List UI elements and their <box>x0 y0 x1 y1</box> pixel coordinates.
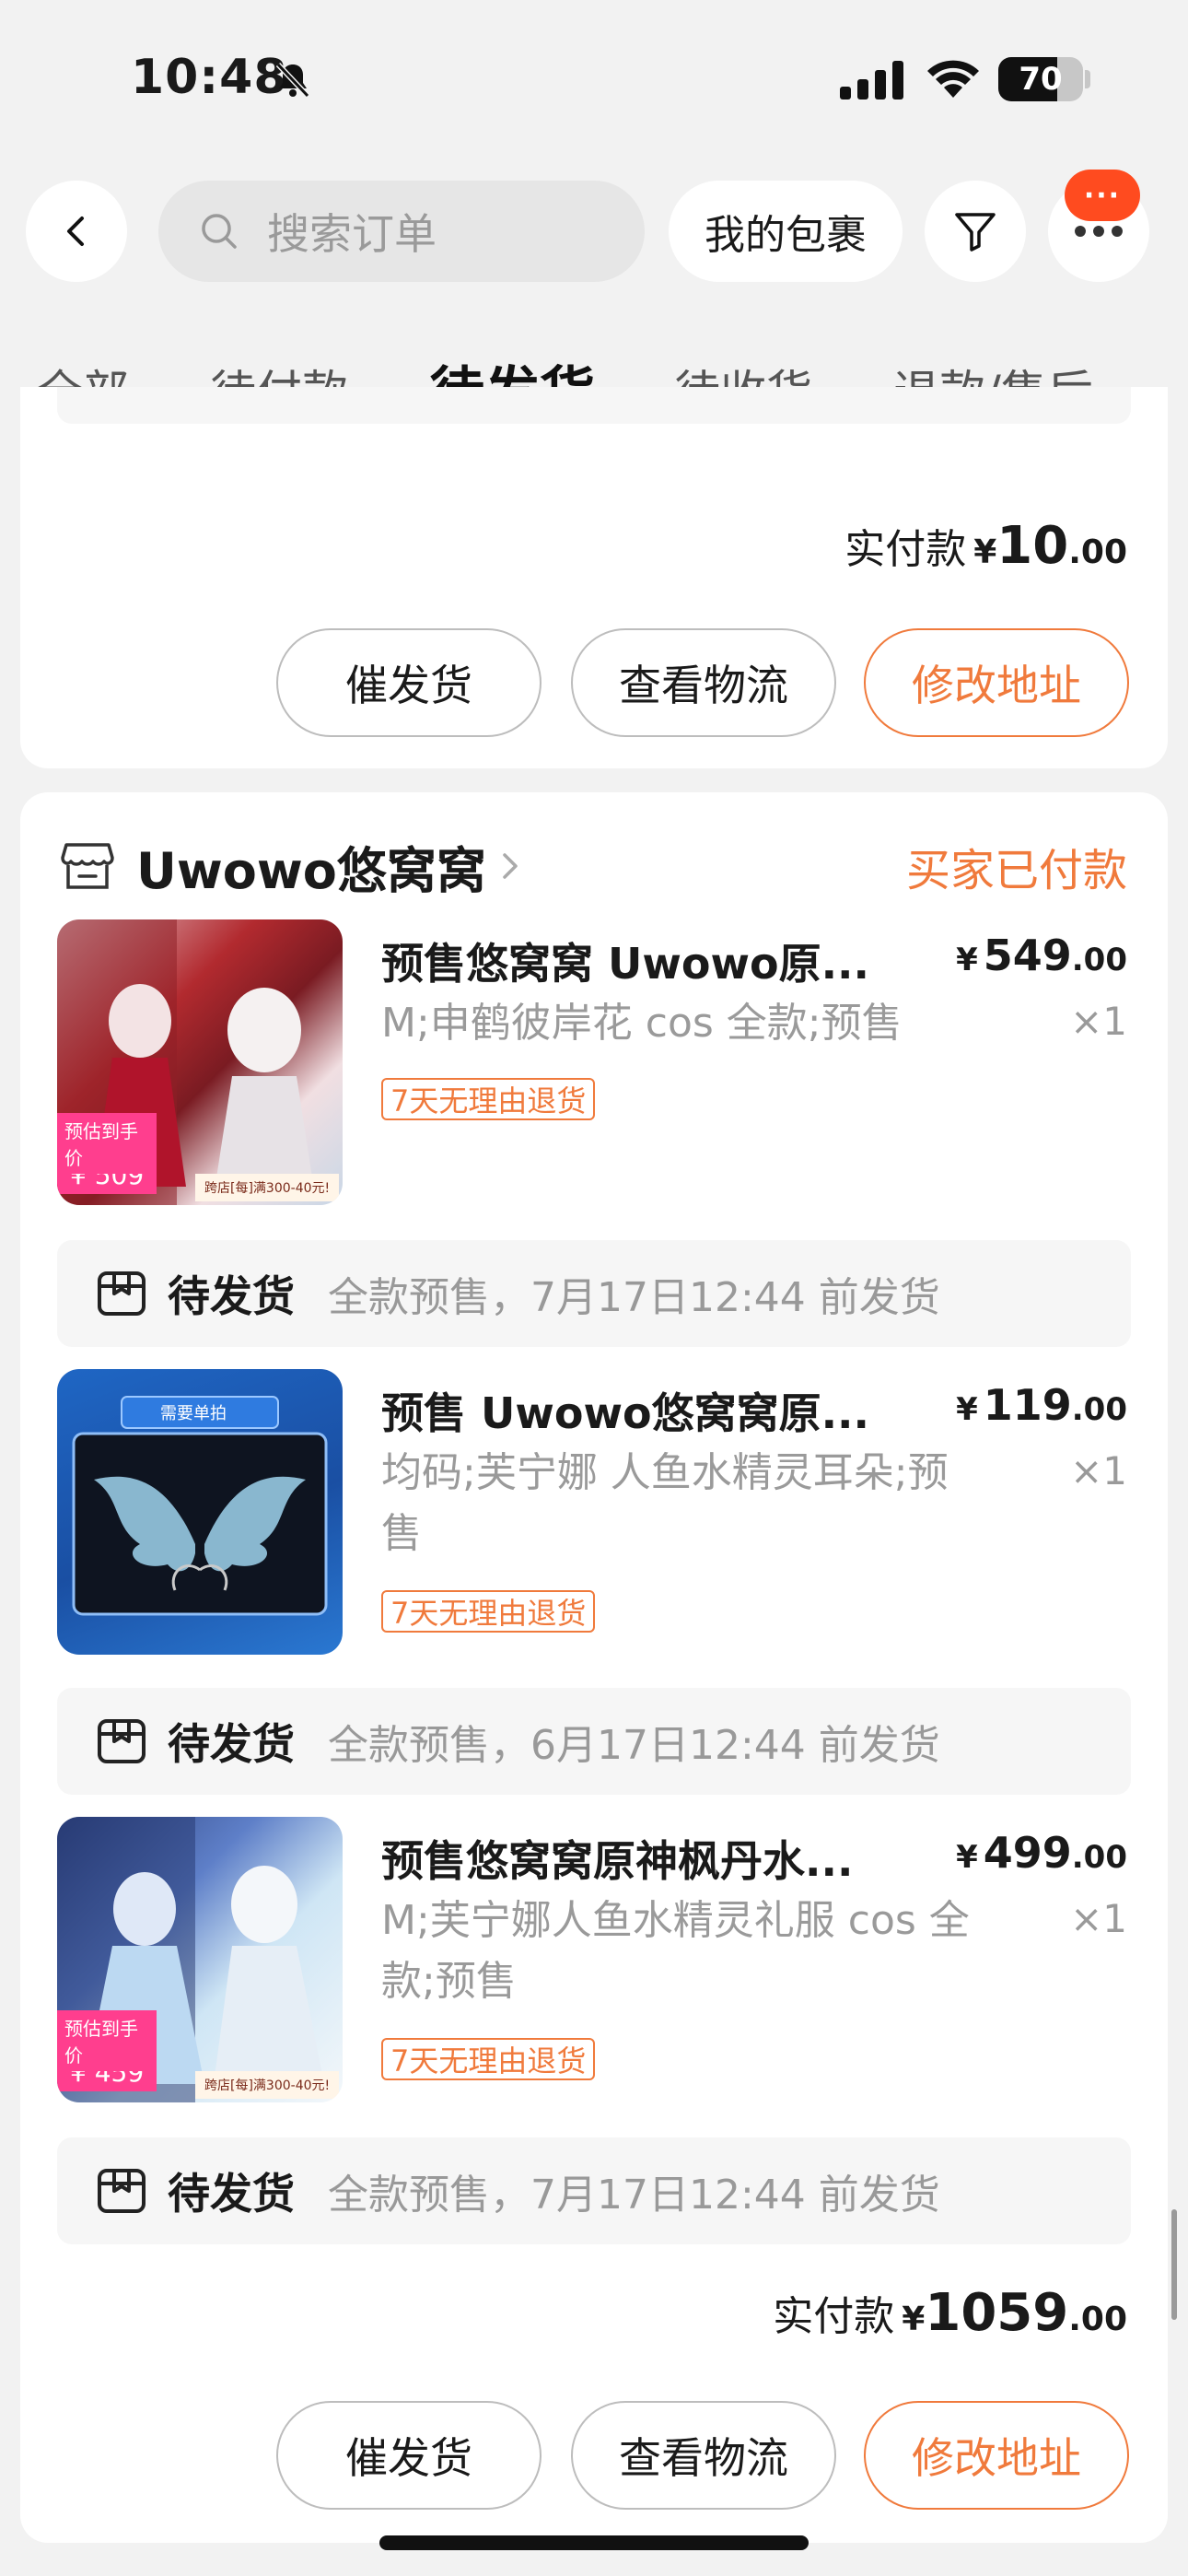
package-box-icon <box>98 1271 146 1316</box>
paid-integer: 1059 <box>925 2283 1069 2343</box>
estimated-price-label: 预估到手价 <box>57 2010 157 2071</box>
cellular-signal-icon <box>840 61 903 100</box>
urge-shipment-button[interactable]: 催发货 <box>276 628 542 737</box>
order-card: Uwowo悠窝窝 买家已付款 跨店[每]满300-40元! 预估到手价 ¥ 50… <box>20 792 1168 2543</box>
product-price: ¥ 549 .00 <box>956 931 1127 980</box>
shipping-status-row: 待发货 全款预售，7月17日12:44 前发货 <box>57 1240 1131 1347</box>
svg-text:需要单拍: 需要单拍 <box>160 1404 227 1423</box>
wifi-icon <box>927 60 979 98</box>
message-badge[interactable]: ··· <box>1065 170 1140 221</box>
product-title[interactable]: 预售 Uwowo悠窝窝原... <box>381 1380 869 1441</box>
my-packages-button[interactable]: 我的包裹 <box>669 181 903 282</box>
scrollbar[interactable] <box>1171 2209 1177 2320</box>
shipping-deadline: 全款预售，7月17日12:44 前发货 <box>328 1274 940 1321</box>
view-logistics-button[interactable]: 查看物流 <box>571 628 836 737</box>
product-title[interactable]: 预售悠窝窝 Uwowo原... <box>381 931 869 991</box>
return-policy-tag: 7天无理由退货 <box>381 1078 596 1120</box>
currency-symbol: ¥ <box>902 2301 926 2338</box>
product-quantity: ×1 <box>1070 1448 1127 1493</box>
product-spec: M;芙宁娜人鱼水精灵礼服 cos 全款;预售 <box>381 1897 970 2005</box>
product-quantity: ×1 <box>1070 999 1127 1044</box>
store-icon <box>61 843 114 889</box>
shipping-status-row: 待发货 全款预售，7月17日12:44 前发货 <box>57 2137 1131 2244</box>
filter-button[interactable] <box>925 181 1026 282</box>
search-icon <box>202 214 237 249</box>
shop-header[interactable]: Uwowo悠窝窝 买家已付款 <box>61 829 1127 903</box>
estimated-price-badge: 预估到手价 ¥ 509 <box>57 1113 157 1205</box>
product-spec: 均码;芙宁娜 人鱼水精灵耳朵;预售 <box>381 1449 949 1557</box>
search-input[interactable]: 搜索订单 <box>158 181 645 282</box>
product-title[interactable]: 预售悠窝窝原神枫丹水... <box>381 1828 853 1889</box>
modify-address-button[interactable]: 修改地址 <box>864 2401 1129 2510</box>
paid-label: 实付款 <box>844 526 967 573</box>
product-ear-fins-illustration: 需要单拍 <box>72 1396 328 1616</box>
order-item[interactable]: 需要单拍 预售 Uwowo悠窝窝原... ¥ 119 .00 均码;芙宁娜 人鱼… <box>57 1369 1127 1664</box>
chevron-right-icon <box>503 853 518 879</box>
shipping-status-label: 待发货 <box>168 2169 295 2219</box>
paid-amount: 实付款 ¥ 10 .00 <box>844 516 1127 576</box>
order-item[interactable]: 跨店[每]满300-40元! 预估到手价 ¥ 459 预售悠窝窝原神枫丹水...… <box>57 1817 1127 2112</box>
return-policy-tag: 7天无理由退货 <box>381 2038 596 2080</box>
chevron-left-icon <box>67 217 84 246</box>
modify-address-button[interactable]: 修改地址 <box>864 628 1129 737</box>
shipping-deadline: 全款预售，6月17日12:44 前发货 <box>328 1722 940 1769</box>
product-image[interactable]: 跨店[每]满300-40元! 预估到手价 ¥ 509 <box>57 919 343 1205</box>
paid-decimal: .00 <box>1068 2301 1127 2338</box>
product-price: ¥ 119 .00 <box>956 1380 1127 1430</box>
battery-cap <box>1085 70 1090 88</box>
shipping-status-row: 待发货 全款预售，6月17日12:44 前发货 <box>57 1688 1131 1795</box>
more-dots-icon <box>1075 226 1123 237</box>
shipping-status-label: 待发货 <box>168 1719 295 1769</box>
back-button[interactable] <box>26 181 127 282</box>
product-quantity: ×1 <box>1070 1896 1127 1941</box>
paid-integer: 10 <box>996 516 1069 576</box>
battery-icon: 70 <box>998 57 1083 101</box>
urge-shipment-button[interactable]: 催发货 <box>276 2401 542 2510</box>
search-placeholder: 搜索订单 <box>267 209 437 259</box>
paid-label: 实付款 <box>773 2293 895 2340</box>
mute-bell-icon <box>275 62 310 98</box>
package-box-icon <box>98 2169 146 2213</box>
paid-decimal: .00 <box>1068 533 1127 571</box>
return-policy-tag: 7天无理由退货 <box>381 1590 596 1633</box>
product-image[interactable]: 跨店[每]满300-40元! 预估到手价 ¥ 459 <box>57 1817 343 2102</box>
view-logistics-button[interactable]: 查看物流 <box>571 2401 836 2510</box>
shipping-status-label: 待发货 <box>168 1271 295 1321</box>
home-indicator[interactable] <box>379 2535 809 2550</box>
estimated-price-label: 预估到手价 <box>57 1113 157 1174</box>
order-status: 买家已付款 <box>905 845 1127 896</box>
status-bar: 10:48 70 <box>0 0 1188 157</box>
currency-symbol: ¥ <box>973 533 997 571</box>
estimated-price-badge: 预估到手价 ¥ 459 <box>57 2010 157 2102</box>
shop-name: Uwowo悠窝窝 <box>136 841 486 900</box>
shipping-deadline: 全款预售，7月17日12:44 前发货 <box>328 2172 940 2219</box>
shipping-row <box>57 387 1131 424</box>
filter-icon <box>955 213 996 252</box>
battery-percent: 70 <box>1019 61 1063 98</box>
product-image[interactable]: 需要单拍 <box>57 1369 343 1655</box>
product-spec: M;申鹤彼岸花 cos 全款;预售 <box>381 1000 903 1047</box>
order-item[interactable]: 跨店[每]满300-40元! 预估到手价 ¥ 509 预售悠窝窝 Uwowo原.… <box>57 919 1127 1214</box>
svg-text:跨店[每]满300-40元!: 跨店[每]满300-40元! <box>204 1181 330 1196</box>
paid-amount: 实付款 ¥ 1059 .00 <box>773 2283 1127 2343</box>
product-price: ¥ 499 .00 <box>956 1828 1127 1878</box>
order-card-previous: 实付款 ¥ 10 .00 催发货 查看物流 修改地址 <box>20 387 1168 768</box>
status-time: 10:48 <box>131 50 288 105</box>
svg-text:跨店[每]满300-40元!: 跨店[每]满300-40元! <box>204 2078 330 2093</box>
top-nav: 搜索订单 我的包裹 ··· <box>0 157 1188 304</box>
package-box-icon <box>98 1719 146 1763</box>
